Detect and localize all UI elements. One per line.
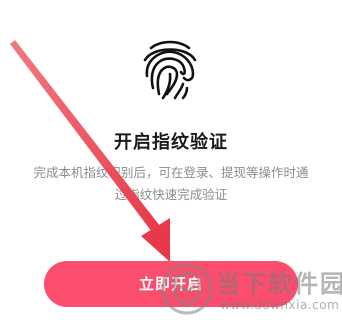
dialog-description: 完成本机指纹识别后，可在登录、提现等操作时通 过指纹快速完成验证	[22, 162, 320, 206]
fingerprint-dialog: 开启指纹验证 完成本机指纹识别后，可在登录、提现等操作时通 过指纹快速完成验证 …	[0, 0, 342, 329]
description-line-1: 完成本机指纹识别后，可在登录、提现等操作时通	[33, 165, 309, 180]
annotation-arrow-head	[141, 218, 170, 262]
dialog-title: 开启指纹验证	[114, 132, 228, 153]
fingerprint-icon	[143, 40, 197, 100]
enable-now-button[interactable]: 立即开启	[44, 261, 298, 307]
description-line-2: 过指纹快速完成验证	[114, 187, 228, 202]
